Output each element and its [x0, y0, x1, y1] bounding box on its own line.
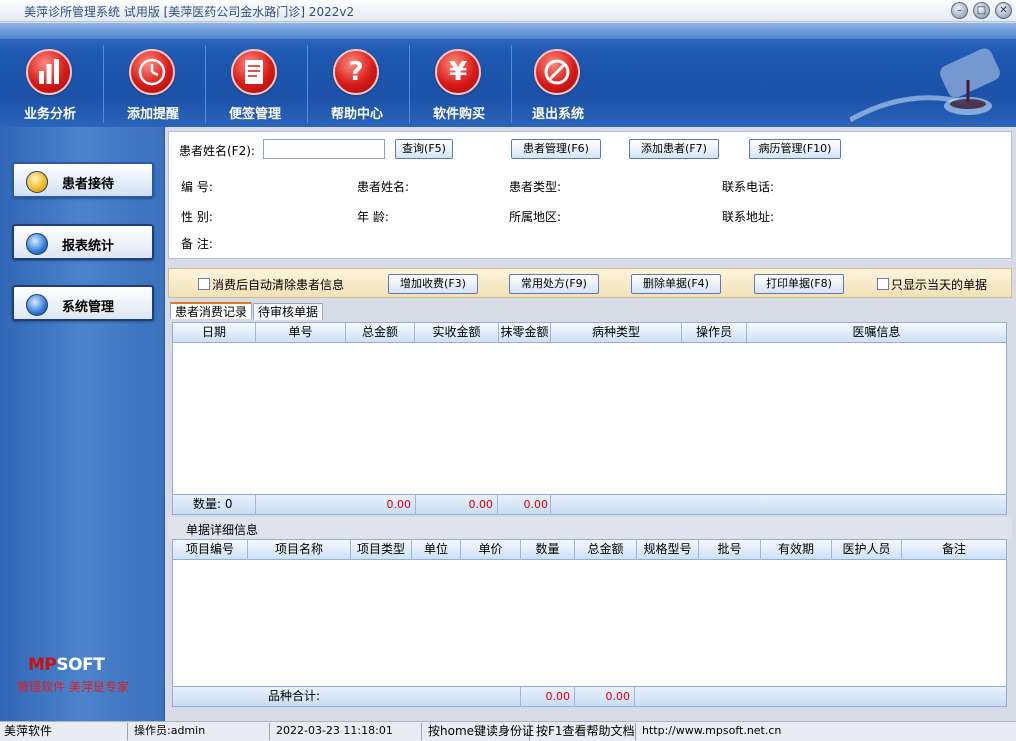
status-website-link[interactable]: http://www.mpsoft.net.cn	[638, 723, 1008, 740]
today-only-checkbox[interactable]	[877, 278, 889, 290]
toolbar-business-analysis-button[interactable]: 业务分析	[0, 45, 100, 123]
yen-icon: ¥	[435, 49, 481, 95]
region-label: 所属地区:	[509, 210, 562, 224]
today-only-label: 只显示当天的单据	[891, 278, 988, 292]
toolbar-help-center-button[interactable]: ? 帮助中心	[307, 45, 407, 123]
detail-section-title: 单据详细信息	[186, 523, 259, 537]
title-bar: 美萍诊所管理系统 试用版 [美萍医药公司金水路门诊] 2022v2 – □ ✕	[0, 0, 1016, 22]
detail-table-footer: 品种合计: 0.00 0.00	[173, 686, 1006, 707]
detail-table-header: 项目编号 项目名称 项目类型 单位 单价 数量 总金额 规格型号 批号 有效期 …	[173, 540, 1006, 560]
window-title: 美萍诊所管理系统 试用版 [美萍医药公司金水路门诊] 2022v2	[24, 5, 355, 19]
print-bill-button[interactable]: 打印单据(F8)	[754, 274, 844, 294]
sidebar: 患者接待 报表统计 系统管理 MPSOFT 管理软件 美萍是专家	[0, 127, 165, 721]
action-bar: 消费后自动清除患者信息 增加收费(F3) 常用处方(F9) 删除单据(F4) 打…	[168, 268, 1012, 298]
patient-type-label: 患者类型:	[509, 180, 562, 194]
common-prescription-button[interactable]: 常用处方(F9)	[509, 274, 599, 294]
toolbar-add-reminder-button[interactable]: 添加提醒	[103, 45, 203, 123]
received-amount: 0.00	[468, 498, 494, 511]
minimize-icon[interactable]: –	[951, 2, 968, 19]
records-table-header: 日期 单号 总金额 实收金额 抹零金额 病种类型 操作员 医嘱信息	[173, 323, 1006, 343]
status-datetime: 2022-03-23 11:18:01	[272, 723, 422, 740]
close-icon[interactable]: ✕	[995, 2, 1012, 19]
age-label: 年 龄:	[357, 210, 389, 224]
gender-label: 性 别:	[181, 210, 213, 224]
toolbar-exit-button[interactable]: 退出系统	[508, 45, 608, 123]
orb-icon	[26, 294, 48, 316]
patient-manage-button[interactable]: 患者管理(F6)	[511, 139, 601, 159]
status-company: 美萍软件	[0, 723, 128, 740]
medical-records-button[interactable]: 病历管理(F10)	[749, 139, 841, 159]
records-table-footer: 数量: 0 0.00 0.00 0.00	[173, 494, 1006, 515]
bill-detail-table: 项目编号 项目名称 项目类型 单位 单价 数量 总金额 规格型号 批号 有效期 …	[172, 539, 1007, 707]
variety-total-label: 品种合计:	[173, 687, 521, 707]
orb-icon	[26, 171, 48, 193]
auto-clear-checkbox[interactable]	[198, 278, 210, 290]
status-bar: 美萍软件 操作员:admin 2022-03-23 11:18:01 按home…	[0, 721, 1016, 741]
prohibited-icon	[534, 49, 580, 95]
tab-consumption-records[interactable]: 患者消费记录	[170, 302, 253, 319]
auto-clear-label: 消费后自动清除患者信息	[212, 278, 345, 292]
patient-fullname-label: 患者姓名:	[357, 180, 410, 194]
total-amount: 0.00	[386, 498, 412, 511]
maximize-icon[interactable]: □	[973, 2, 990, 19]
record-count: 数量: 0	[173, 495, 256, 515]
delete-bill-button[interactable]: 删除单据(F4)	[631, 274, 721, 294]
toolbar-purchase-button[interactable]: ¥ 软件购买	[409, 45, 509, 123]
mpsoft-logo: MPSOFT	[28, 655, 105, 675]
add-patient-button[interactable]: 添加患者(F7)	[629, 139, 719, 159]
patient-name-input[interactable]	[263, 139, 385, 159]
slogan: 管理软件 美萍是专家	[17, 680, 129, 694]
add-charge-button[interactable]: 增加收费(F3)	[388, 274, 478, 294]
main-content: 患者姓名(F2): 查询(F5) 患者管理(F6) 添加患者(F7) 病历管理(…	[165, 127, 1016, 721]
note-label: 备 注:	[181, 237, 213, 251]
tab-pending-bills[interactable]: 待审核单据	[253, 303, 324, 320]
sidebar-item-patient-reception[interactable]: 患者接待	[12, 162, 154, 198]
main-toolbar: 业务分析 添加提醒 便签管理 ? 帮助中心 ¥ 软件购买 退出系统	[0, 23, 1016, 127]
question-icon: ?	[333, 49, 379, 95]
detail-quantity-total: 0.00	[545, 690, 571, 703]
rounding-amount: 0.00	[523, 498, 549, 511]
patient-info-panel: 患者姓名(F2): 查询(F5) 患者管理(F6) 添加患者(F7) 病历管理(…	[168, 131, 1012, 259]
detail-amount-total: 0.00	[605, 690, 631, 703]
sidebar-item-reports[interactable]: 报表统计	[12, 224, 154, 260]
bar-chart-icon	[26, 49, 72, 95]
patient-id-label: 编 号:	[181, 180, 213, 194]
orb-icon	[26, 233, 48, 255]
sidebar-item-system[interactable]: 系统管理	[12, 285, 154, 321]
alarm-clock-icon	[129, 49, 175, 95]
toolbar-notes-button[interactable]: 便签管理	[205, 45, 305, 123]
consumption-records-table: 日期 单号 总金额 实收金额 抹零金额 病种类型 操作员 医嘱信息 数量: 0 …	[172, 322, 1007, 515]
patient-name-label: 患者姓名(F2):	[179, 144, 255, 158]
status-help-hint: 按F1查看帮助文档	[532, 723, 636, 740]
status-operator: 操作员:admin	[130, 723, 270, 740]
address-label: 联系地址:	[722, 210, 775, 224]
notepad-icon	[231, 49, 277, 95]
phone-label: 联系电话:	[722, 180, 775, 194]
query-button[interactable]: 查询(F5)	[395, 139, 453, 159]
status-id-card-hint: 按home键读身份证	[424, 723, 534, 740]
